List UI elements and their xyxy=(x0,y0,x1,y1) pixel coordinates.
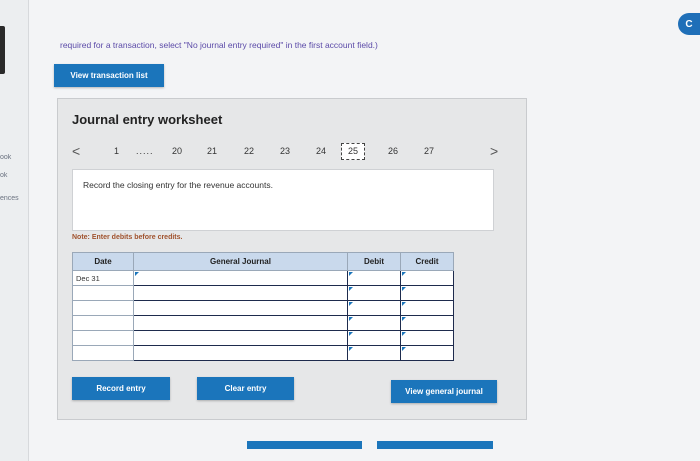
debit-input[interactable] xyxy=(347,270,401,286)
sidebar-label-book[interactable]: ook xyxy=(0,154,28,161)
date-cell xyxy=(72,285,134,301)
table-row xyxy=(72,315,454,331)
worksheet-pager: < 1 ..... 20 21 22 23 24 25 26 27 > xyxy=(58,143,526,163)
table-row xyxy=(72,285,454,301)
record-entry-button[interactable]: Record entry xyxy=(72,377,170,400)
debit-input[interactable] xyxy=(347,345,401,361)
pager-current-label: 25 xyxy=(348,146,359,156)
account-input[interactable] xyxy=(133,300,348,316)
instruction-text: required for a transaction, select "No j… xyxy=(60,40,378,50)
sidebar-tab-handle[interactable] xyxy=(0,26,5,74)
account-input[interactable] xyxy=(133,330,348,346)
note-text: Note: Enter debits before credits. xyxy=(72,234,183,241)
description-box: Record the closing entry for the revenue… xyxy=(72,169,494,231)
bottom-action-bar-left[interactable] xyxy=(247,441,362,449)
pager-prev-chevron-icon[interactable]: < xyxy=(72,143,80,159)
left-sidebar-strip: ook ok ences xyxy=(0,0,29,461)
credit-input[interactable] xyxy=(400,345,454,361)
pager-page-26[interactable]: 26 xyxy=(388,146,398,156)
table-row xyxy=(72,330,454,346)
bottom-action-bar-right[interactable] xyxy=(377,441,493,449)
table-row xyxy=(72,300,454,316)
header-credit: Credit xyxy=(400,252,454,271)
view-transaction-list-button[interactable]: View transaction list xyxy=(54,64,164,87)
journal-header-row: Date General Journal Debit Credit xyxy=(72,252,454,271)
pager-page-23[interactable]: 23 xyxy=(280,146,290,156)
pager-page-1[interactable]: 1 xyxy=(114,146,119,156)
pager-ellipsis: ..... xyxy=(136,146,154,156)
account-input[interactable] xyxy=(133,345,348,361)
pager-page-20[interactable]: 20 xyxy=(172,146,182,156)
debit-input[interactable] xyxy=(347,315,401,331)
credit-input[interactable] xyxy=(400,285,454,301)
sidebar-label-ask[interactable]: ok xyxy=(0,172,28,179)
date-cell xyxy=(72,315,134,331)
credit-input[interactable] xyxy=(400,330,454,346)
sidebar-label-references[interactable]: ences xyxy=(0,195,28,202)
date-cell: Dec 31 xyxy=(72,270,134,286)
description-text: Record the closing entry for the revenue… xyxy=(83,180,273,190)
date-cell xyxy=(72,300,134,316)
header-debit: Debit xyxy=(347,252,401,271)
header-date: Date xyxy=(72,252,134,271)
pager-page-21[interactable]: 21 xyxy=(207,146,217,156)
account-input[interactable] xyxy=(133,285,348,301)
credit-input[interactable] xyxy=(400,315,454,331)
debit-input[interactable] xyxy=(347,330,401,346)
journal-entry-worksheet: Journal entry worksheet < 1 ..... 20 21 … xyxy=(57,98,527,420)
view-general-journal-button[interactable]: View general journal xyxy=(391,380,497,403)
pager-page-24[interactable]: 24 xyxy=(316,146,326,156)
table-row: Dec 31 xyxy=(72,270,454,286)
credit-input[interactable] xyxy=(400,270,454,286)
date-cell xyxy=(72,345,134,361)
account-input[interactable] xyxy=(133,315,348,331)
pager-page-27[interactable]: 27 xyxy=(424,146,434,156)
pager-page-current[interactable]: 25 xyxy=(341,143,366,160)
debit-input[interactable] xyxy=(347,300,401,316)
credit-input[interactable] xyxy=(400,300,454,316)
clear-entry-button[interactable]: Clear entry xyxy=(197,377,294,400)
account-input[interactable] xyxy=(133,270,348,286)
worksheet-title: Journal entry worksheet xyxy=(72,112,223,127)
pager-next-chevron-icon[interactable]: > xyxy=(490,143,498,159)
table-row xyxy=(72,345,454,361)
journal-table: Date General Journal Debit Credit Dec 31 xyxy=(72,252,454,361)
date-cell xyxy=(72,330,134,346)
corner-chat-button[interactable]: C xyxy=(678,13,700,35)
debit-input[interactable] xyxy=(347,285,401,301)
pager-page-22[interactable]: 22 xyxy=(244,146,254,156)
header-general-journal: General Journal xyxy=(133,252,348,271)
